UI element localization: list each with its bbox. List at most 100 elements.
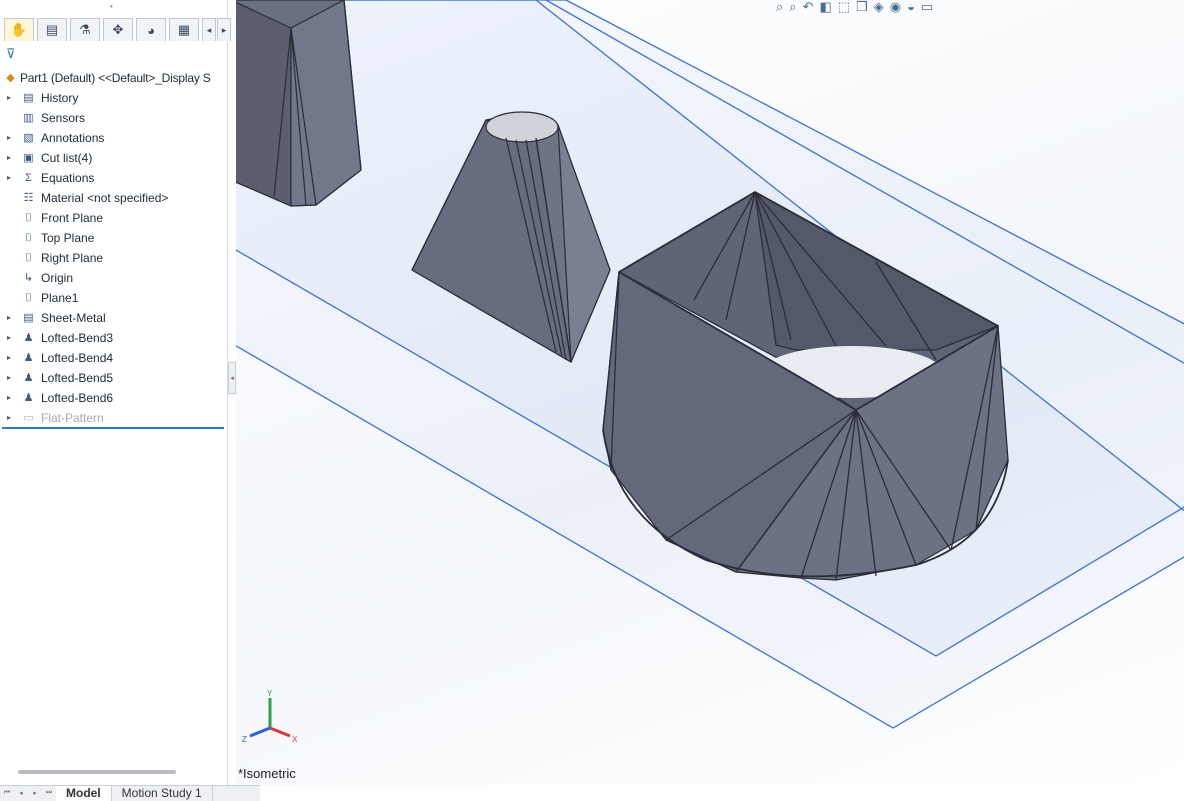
equations-icon: Σ [25,172,32,184]
expand-arrow-icon[interactable]: ▸ [7,348,11,368]
expand-arrow-icon[interactable]: ▸ [7,368,11,388]
edit-appearance-icon[interactable]: ◒ [907,0,915,16]
feature-manager-icon: ✋ [10,22,28,37]
plane-icon: ⌷ [25,292,32,304]
lofted-bend-icon: ♟ [23,392,34,404]
horizontal-scrollbar[interactable] [18,770,176,774]
sheet-metal-icon: ▤ [23,312,34,324]
tree-item-label: Flat-Pattern [41,411,104,425]
zoom-to-area-icon[interactable]: ⌕ [789,0,796,16]
apply-scene-icon[interactable]: ▭ [921,0,933,16]
lofted-bend-icon: ♟ [23,332,34,344]
tree-root-part[interactable]: ◆ Part1 (Default) <<Default>_Display S [0,68,228,88]
dimxpert-icon: ✥ [112,22,124,37]
tab-scroll-right-button[interactable]: ▸ [217,18,231,41]
cam-icon: ▦ [177,22,191,37]
chevron-left-icon: ◂ [230,375,234,382]
tree-item-lofted-bend6[interactable]: ▸ ♟ Lofted-Bend6 [0,388,228,408]
tree-item-label: Origin [41,271,74,285]
model-scene[interactable] [236,0,1184,785]
graphics-area[interactable]: ⌕ ⌕ ↶ ◧ ⬚ ❒ ◈ ◉ ◒ ▭ Y X Z *Isometric [236,0,1184,785]
hide-show-items-icon[interactable]: ◉ [890,0,901,16]
property-manager-tab[interactable]: ▤ [37,18,67,41]
view-orientation-label: *Isometric [238,766,296,781]
dynamic-annotation-icon[interactable]: ⬚ [838,0,850,16]
tree-item-label: Top Plane [41,231,95,245]
tree-item-label: Right Plane [41,251,104,265]
feature-manager-tab[interactable]: ✋ [4,18,34,41]
tree-item-plane1[interactable]: ⌷ Plane1 [0,288,228,308]
tree-item-right-plane[interactable]: ⌷ Right Plane [0,248,228,268]
sensors-icon: ▥ [23,112,34,124]
expand-arrow-icon[interactable]: ▸ [7,128,11,148]
tree-item-history[interactable]: ▸ ▤ History [0,88,228,108]
expand-arrow-icon[interactable]: ▸ [7,328,11,348]
expand-arrow-icon[interactable]: ▸ [7,168,11,188]
tree-item-annotations[interactable]: ▸ ▧ Annotations [0,128,228,148]
prev-tab-button[interactable]: ◂ [14,786,28,799]
tab-motion-study[interactable]: Motion Study 1 [112,786,213,801]
chevron-left-icon: ◂ [206,24,212,35]
panel-collapse-button[interactable]: ◂ [228,362,236,394]
lofted-bend-icon: ♟ [23,372,34,384]
tree-item-lofted-bend5[interactable]: ▸ ♟ Lofted-Bend5 [0,368,228,388]
tree-item-label: Lofted-Bend6 [41,391,114,405]
triad-z-label: Z [242,735,247,744]
display-style-icon[interactable]: ◈ [874,0,884,16]
cam-tab[interactable]: ▦ [169,18,199,41]
triad-x-axis [269,726,291,738]
expand-arrow-icon[interactable]: ▸ [7,88,11,108]
section-view-icon[interactable]: ◧ [819,0,831,16]
dimxpert-tab[interactable]: ✥ [103,18,133,41]
first-tab-button[interactable]: ⏮ [0,786,14,799]
tree-item-lofted-bend4[interactable]: ▸ ♟ Lofted-Bend4 [0,348,228,368]
display-manager-tab[interactable]: ◕ [136,18,166,41]
property-manager-icon: ▤ [45,22,59,37]
origin-icon: ↳ [23,272,34,284]
tab-model[interactable]: Model [56,786,112,801]
zoom-to-fit-icon[interactable]: ⌕ [776,0,783,16]
lofted-bend-icon: ♟ [23,352,34,364]
plane-icon: ⌷ [25,252,32,264]
tree-item-label: Material <not specified> [41,191,169,205]
expand-arrow-icon[interactable]: ▸ [7,308,11,328]
triad-z-axis [249,726,271,738]
tree-item-label: Lofted-Bend4 [41,351,114,365]
expand-arrow-icon[interactable]: ▸ [7,148,11,168]
tree-item-label: Lofted-Bend5 [41,371,114,385]
tree-item-equations[interactable]: ▸ Σ Equations [0,168,228,188]
previous-view-icon[interactable]: ↶ [803,0,814,16]
tree-item-material-not-specified[interactable]: ☷ Material <not specified> [0,188,228,208]
view-orientation-icon[interactable]: ❒ [856,0,868,16]
panel-grip[interactable]: • [0,0,228,14]
triad-y-label: Y [267,689,273,698]
configuration-manager-icon: ⚗ [79,22,91,37]
filter-icon[interactable]: ⊽ [6,46,16,62]
tree-item-origin[interactable]: ↳ Origin [0,268,228,288]
next-tab-button[interactable]: ▸ [28,786,42,799]
tree-item-sheet-metal[interactable]: ▸ ▤ Sheet-Metal [0,308,228,328]
tree-item-label: Sensors [41,111,86,125]
cut-list-icon: ▣ [23,152,34,164]
expand-arrow-icon[interactable]: ▸ [7,388,11,408]
last-tab-button[interactable]: ⏭ [42,786,56,799]
expand-arrow-icon[interactable]: ▸ [7,408,11,428]
tree-item-sensors[interactable]: ▥ Sensors [0,108,228,128]
tree-item-label: Part1 (Default) <<Default>_Display S [20,71,211,85]
tab-scroll-left-button[interactable]: ◂ [202,18,216,41]
tree-item-flat-pattern[interactable]: ▸ ▭ Flat-Pattern [0,408,228,428]
lofted-body-left[interactable] [236,0,362,207]
tree-item-front-plane[interactable]: ⌷ Front Plane [0,208,228,228]
plane-icon: ⌷ [25,232,32,244]
tree-item-label: Cut list(4) [41,151,93,165]
history-icon: ▤ [23,92,34,104]
tree-item-top-plane[interactable]: ⌷ Top Plane [0,228,228,248]
tree-item-label: Equations [41,171,95,185]
tree-item-lofted-bend3[interactable]: ▸ ♟ Lofted-Bend3 [0,328,228,348]
tree-item-cut-list-4[interactable]: ▸ ▣ Cut list(4) [0,148,228,168]
rollback-bar[interactable] [2,427,224,429]
feature-manager-panel: • ✋ ▤ ⚗ ✥ ◕ ▦ ◂ ▸ ⊽ ◆ Part1 (Default) <<… [0,0,231,785]
configuration-manager-tab[interactable]: ⚗ [70,18,100,41]
part-icon: ◆ [6,72,15,84]
tree-item-label: Front Plane [41,211,104,225]
